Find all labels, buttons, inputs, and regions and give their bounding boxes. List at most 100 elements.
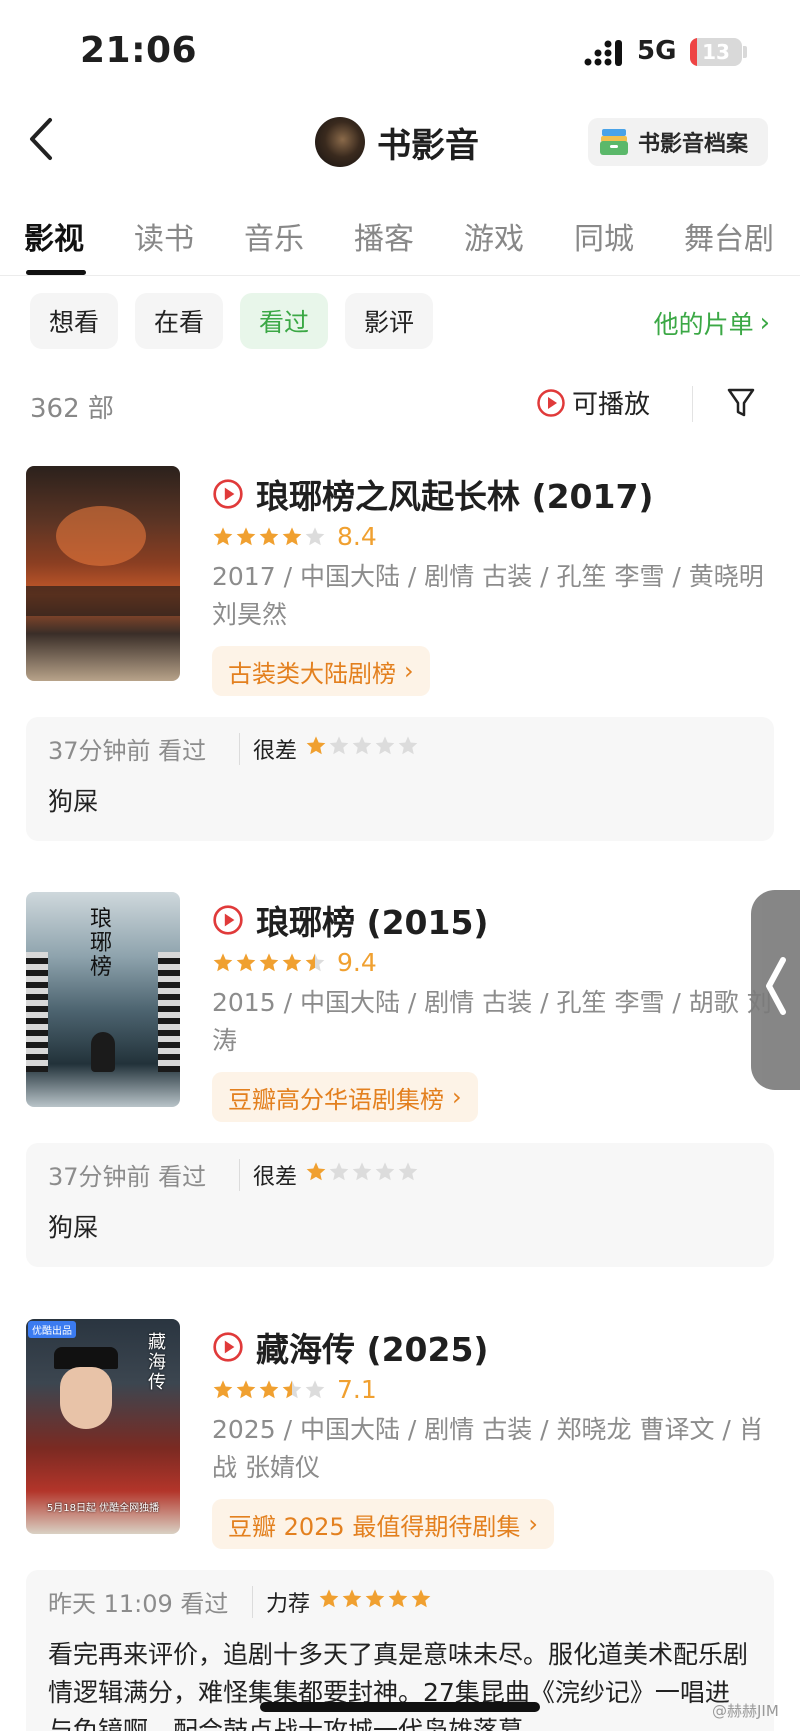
chevron-right-icon: › xyxy=(759,308,770,338)
review-card[interactable]: 37分钟前 看过 很差 狗屎 xyxy=(26,717,774,841)
star-icon xyxy=(213,952,233,971)
star-icon xyxy=(352,1162,372,1181)
back-chevron-icon[interactable] xyxy=(22,114,62,164)
rank-tag[interactable]: 豆瓣 2025 最值得期待剧集 › xyxy=(212,1499,554,1549)
rank-label: 豆瓣 2025 最值得期待剧集 xyxy=(228,1512,521,1541)
poster-title: 藏海传 xyxy=(148,1332,166,1393)
rating-score: 8.4 xyxy=(337,522,377,551)
review-verdict: 很差 xyxy=(253,739,298,764)
star-icon xyxy=(282,526,302,545)
tab-games[interactable]: 游戏 xyxy=(464,214,524,258)
divider xyxy=(692,386,693,422)
review-stars xyxy=(318,1588,433,1610)
review-card[interactable]: 37分钟前 看过 很差 狗屎 xyxy=(26,1143,774,1267)
playable-label: 可播放 xyxy=(572,390,651,420)
item-title-text: 琅琊榜 (2015) xyxy=(256,903,489,942)
review-time: 37分钟前 看过 xyxy=(48,1163,207,1191)
battery-tip xyxy=(743,46,747,58)
star-icon xyxy=(398,1162,418,1181)
chevron-left-icon xyxy=(766,957,786,1015)
poster-badge: 优酷出品 xyxy=(28,1321,76,1338)
tab-podcast[interactable]: 播客 xyxy=(354,214,414,258)
chip-reviews[interactable]: 影评 xyxy=(345,293,433,349)
star-icon xyxy=(305,526,325,545)
review-text: 看完再来评价，追剧十多天了真是意味未尽。服化道美术配乐剧情逻辑满分，难怪集集都要… xyxy=(48,1640,749,1731)
rating-stars xyxy=(212,952,327,974)
rank-tag[interactable]: 豆瓣高分华语剧集榜 › xyxy=(212,1072,478,1122)
playable-filter[interactable]: 可播放 xyxy=(536,384,650,421)
tab-local[interactable]: 同城 xyxy=(574,214,634,258)
star-icon xyxy=(306,1162,326,1181)
rating-row: 7.1 xyxy=(212,1375,377,1404)
tab-music[interactable]: 音乐 xyxy=(244,214,304,258)
rank-label: 古装类大陆剧榜 xyxy=(228,659,396,688)
star-icon xyxy=(236,526,256,545)
nav-title-group[interactable]: 书影音 xyxy=(315,116,479,168)
star-icon xyxy=(259,1379,279,1398)
side-drawer-handle[interactable] xyxy=(751,890,800,1090)
item-meta: 2025 / 中国大陆 / 剧情 古装 / 郑晓龙 曹译文 / 肖战 张婧仪 xyxy=(212,1415,764,1482)
rating-stars xyxy=(212,1379,327,1401)
rating-score: 9.4 xyxy=(337,948,377,977)
star-icon xyxy=(329,736,349,755)
star-icon xyxy=(236,952,256,971)
status-filter-bar: 想看 在看 看过 影评 他的片单 › xyxy=(0,293,800,349)
poster-image[interactable]: 优酷出品 藏海传 5月18日起 优酷全网独播 xyxy=(26,1319,180,1534)
star-icon xyxy=(213,526,233,545)
review-time: 37分钟前 看过 xyxy=(48,737,207,765)
archive-label: 书影音档案 xyxy=(638,132,749,157)
poster-image[interactable]: 琅琊榜 xyxy=(26,892,180,1107)
chip-watching[interactable]: 在看 xyxy=(135,293,223,349)
tab-stage[interactable]: 舞台剧 xyxy=(684,214,774,258)
star-icon xyxy=(236,1379,256,1398)
item-meta: 2017 / 中国大陆 / 剧情 古装 / 孔笙 李雪 / 黄晓明 刘昊然 xyxy=(212,562,764,629)
rank-label: 豆瓣高分华语剧集榜 xyxy=(228,1085,444,1114)
star-icon xyxy=(305,952,325,971)
category-tabs: 影视 读书 音乐 播客 游戏 同城 舞台剧 xyxy=(0,210,800,276)
status-bar: 21:06 5G 13 xyxy=(0,0,800,100)
star-icon xyxy=(388,1589,408,1608)
user-rating-stars xyxy=(305,735,420,757)
item-title[interactable]: 藏海传 (2025) xyxy=(212,1323,489,1371)
poster-image[interactable] xyxy=(26,466,180,681)
chip-want-to-watch[interactable]: 想看 xyxy=(30,293,118,349)
rating-stars xyxy=(212,526,327,548)
play-icon[interactable] xyxy=(212,478,244,510)
avatar[interactable] xyxy=(315,117,365,167)
user-rating-stars xyxy=(305,1161,420,1183)
user-rating-stars xyxy=(318,1588,433,1610)
rating-row: 8.4 xyxy=(212,522,377,551)
tab-movies[interactable]: 影视 xyxy=(24,214,84,258)
item-title-text: 琅琊榜之风起长林 (2017) xyxy=(256,477,654,516)
play-icon xyxy=(537,388,565,417)
status-time: 21:06 xyxy=(80,30,198,71)
star-icon xyxy=(213,1379,233,1398)
star-icon xyxy=(411,1589,431,1608)
item-title[interactable]: 琅琊榜之风起长林 (2017) xyxy=(212,470,654,518)
star-icon xyxy=(306,736,326,755)
chevron-right-icon: › xyxy=(452,1083,462,1111)
rating-score: 7.1 xyxy=(337,1375,377,1404)
filter-icon[interactable] xyxy=(726,386,756,420)
active-tab-indicator xyxy=(26,270,86,275)
her-list-link[interactable]: 他的片单 › xyxy=(654,305,770,341)
chip-watched[interactable]: 看过 xyxy=(240,293,328,349)
star-icon xyxy=(352,736,372,755)
poster-caption: 5月18日起 优酷全网独播 xyxy=(46,1503,160,1514)
star-icon xyxy=(282,952,302,971)
item-title[interactable]: 琅琊榜 (2015) xyxy=(212,896,489,944)
divider xyxy=(239,1159,240,1191)
play-icon[interactable] xyxy=(212,1331,244,1363)
play-icon[interactable] xyxy=(212,904,244,936)
signal-icon xyxy=(584,40,622,66)
archive-icon xyxy=(600,129,628,155)
review-text: 狗屎 xyxy=(48,787,99,816)
rating-row: 9.4 xyxy=(212,948,377,977)
item-count: 362 部 xyxy=(30,394,114,424)
archive-button[interactable]: 书影音档案 xyxy=(588,118,768,166)
tab-books[interactable]: 读书 xyxy=(134,214,194,258)
star-icon xyxy=(329,1162,349,1181)
home-indicator xyxy=(260,1702,540,1712)
star-icon xyxy=(259,526,279,545)
rank-tag[interactable]: 古装类大陆剧榜 › xyxy=(212,646,430,696)
